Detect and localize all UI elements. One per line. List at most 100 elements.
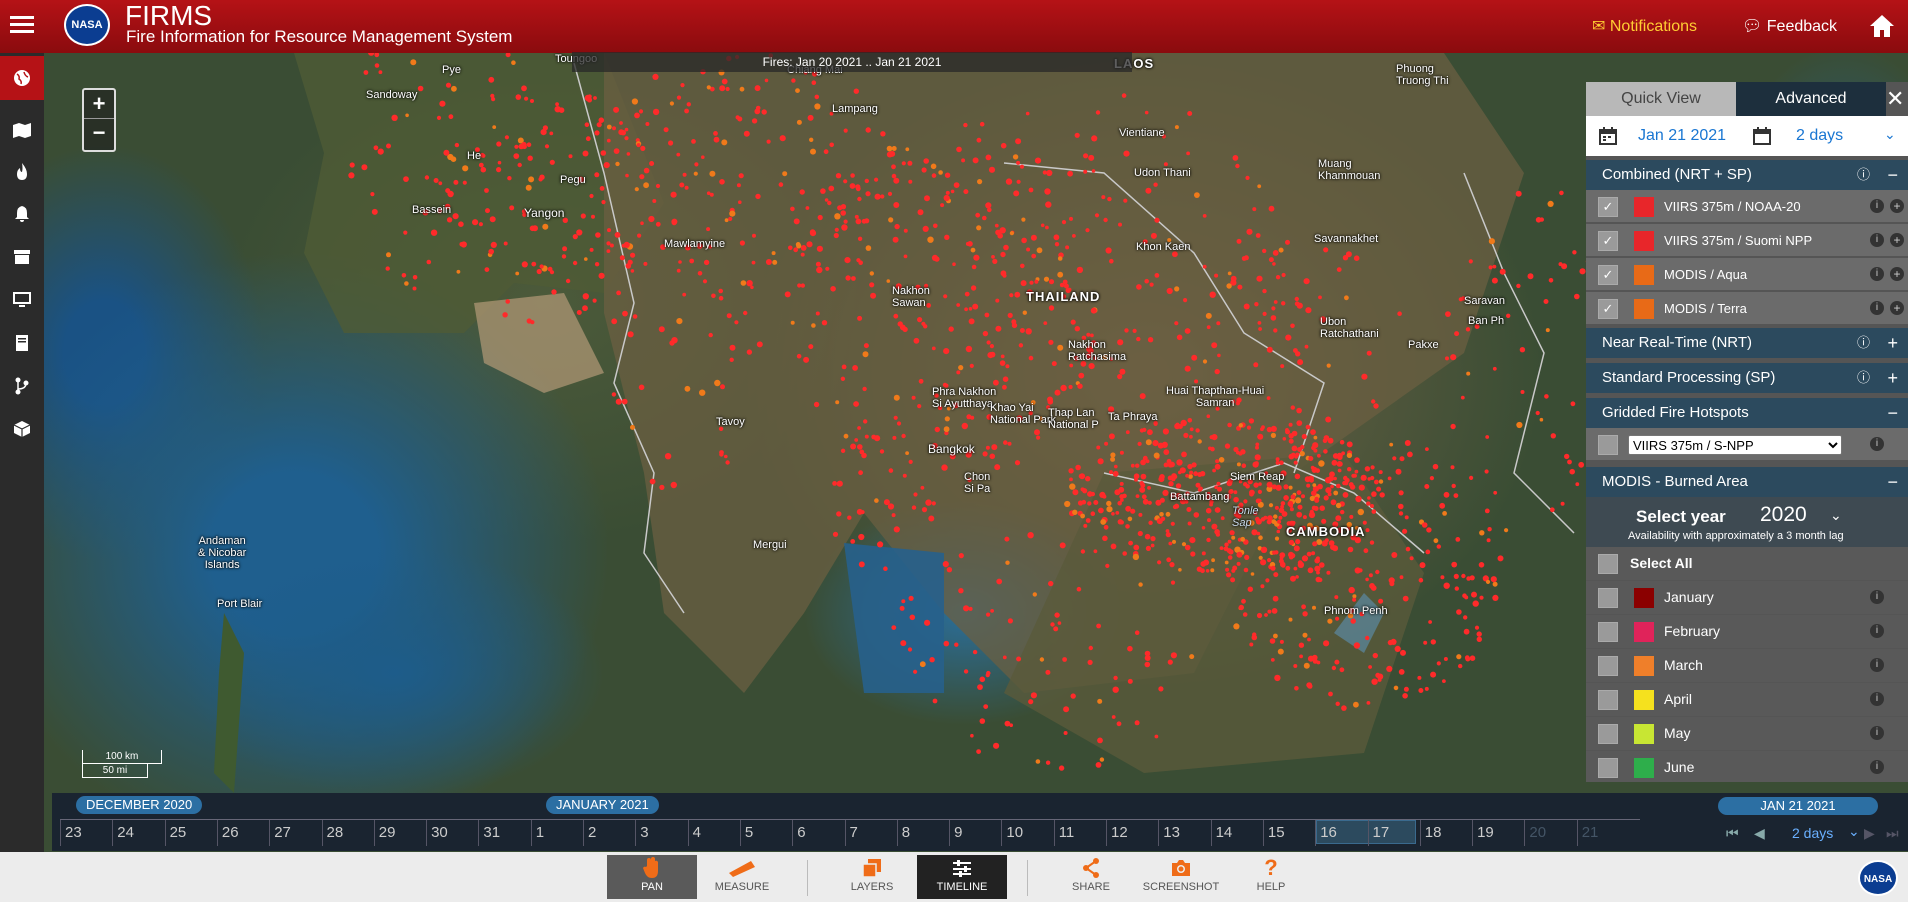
- collapse-icon[interactable]: −: [1887, 467, 1898, 497]
- add-icon[interactable]: +: [1890, 233, 1904, 247]
- gridded-checkbox[interactable]: [1598, 435, 1618, 455]
- zoom-out-button[interactable]: −: [84, 119, 114, 148]
- timeline-day[interactable]: 5: [739, 820, 792, 846]
- month-checkbox[interactable]: [1598, 588, 1618, 608]
- timeline-day[interactable]: 1: [530, 820, 583, 846]
- timeline-day[interactable]: 12: [1106, 820, 1158, 846]
- share-button[interactable]: SHARE: [1046, 855, 1136, 899]
- gridded-select[interactable]: VIIRS 375m / S-NPP: [1628, 435, 1842, 455]
- info-icon[interactable]: i: [1870, 726, 1884, 740]
- info-icon[interactable]: i: [1870, 590, 1884, 604]
- month-checkbox[interactable]: [1598, 690, 1618, 710]
- timeline-day[interactable]: 24: [112, 820, 164, 846]
- timeline-button[interactable]: TIMELINE: [917, 855, 1007, 899]
- chevron-down-icon[interactable]: ⌄: [1848, 823, 1860, 840]
- timeline-day[interactable]: 27: [269, 820, 321, 846]
- year-select[interactable]: 2020: [1760, 503, 1807, 527]
- select-all-checkbox[interactable]: [1598, 554, 1618, 574]
- info-icon[interactable]: i: [1870, 658, 1884, 672]
- timeline-day[interactable]: 10: [1001, 820, 1053, 846]
- timeline-day[interactable]: 23: [60, 820, 112, 846]
- timeline-day[interactable]: 8: [896, 820, 949, 846]
- info-icon[interactable]: i: [1870, 199, 1884, 213]
- add-icon[interactable]: +: [1890, 199, 1904, 213]
- timeline-day[interactable]: 9: [949, 820, 1001, 846]
- layer-checkbox[interactable]: ✓: [1598, 299, 1618, 319]
- expand-icon[interactable]: +: [1887, 363, 1898, 393]
- chevron-down-icon[interactable]: ⌄: [1830, 507, 1842, 524]
- expand-icon[interactable]: +: [1887, 328, 1898, 358]
- step-forward-icon[interactable]: ▶: [1864, 825, 1875, 842]
- section-burned-area[interactable]: MODIS - Burned Area −: [1586, 467, 1908, 497]
- selected-date[interactable]: Jan 21 2021: [1638, 127, 1726, 145]
- measure-button[interactable]: MEASURE: [697, 855, 787, 899]
- layer-checkbox[interactable]: ✓: [1598, 197, 1618, 217]
- step-back-icon[interactable]: ◀: [1754, 825, 1765, 842]
- chevron-down-icon[interactable]: ⌄: [1884, 126, 1896, 143]
- layers-button[interactable]: LAYERS: [827, 855, 917, 899]
- section-combined[interactable]: Combined (NRT + SP) ⓘ −: [1586, 160, 1908, 190]
- add-icon[interactable]: +: [1890, 301, 1904, 315]
- nasa-logo-small[interactable]: NASA: [1858, 860, 1898, 896]
- info-icon[interactable]: i: [1870, 301, 1884, 315]
- timeline-day[interactable]: 2: [583, 820, 635, 846]
- month-checkbox[interactable]: [1598, 622, 1618, 642]
- timeline-day[interactable]: 25: [164, 820, 217, 846]
- timeline-day[interactable]: 13: [1158, 820, 1210, 846]
- home-icon[interactable]: [1868, 13, 1896, 39]
- timeline-day[interactable]: 17: [1367, 820, 1420, 846]
- timeline-day[interactable]: 28: [321, 820, 374, 846]
- skip-forward-icon[interactable]: ⏭: [1886, 825, 1899, 842]
- collapse-icon[interactable]: −: [1887, 398, 1898, 428]
- timeline-day[interactable]: 18: [1419, 820, 1472, 846]
- timeline-day[interactable]: 14: [1210, 820, 1263, 846]
- timeline-day[interactable]: 7: [844, 820, 897, 846]
- nasa-logo[interactable]: NASA: [64, 4, 110, 46]
- feedback-link[interactable]: 💬︎ Feedback: [1742, 16, 1837, 36]
- screenshot-button[interactable]: SCREENSHOT: [1136, 855, 1226, 899]
- layer-checkbox[interactable]: ✓: [1598, 231, 1618, 251]
- sidebar-item-docs[interactable]: [0, 321, 44, 365]
- month-checkbox[interactable]: [1598, 758, 1618, 778]
- sidebar-item-map-layers[interactable]: [0, 108, 44, 152]
- month-checkbox[interactable]: [1598, 724, 1618, 744]
- calendar-range-icon[interactable]: [1752, 126, 1772, 146]
- timeline-day[interactable]: 4: [687, 820, 740, 846]
- sidebar-item-map[interactable]: [0, 56, 44, 100]
- info-icon[interactable]: i: [1870, 233, 1884, 247]
- timeline-range-select[interactable]: 2 days: [1792, 825, 1833, 841]
- sidebar-item-archive[interactable]: [0, 235, 44, 279]
- timeline-day[interactable]: 19: [1472, 820, 1524, 846]
- info-icon[interactable]: ⓘ: [1857, 328, 1870, 358]
- timeline-day[interactable]: 31: [478, 820, 530, 846]
- collapse-icon[interactable]: −: [1887, 160, 1898, 190]
- timeline-day[interactable]: 16: [1315, 820, 1367, 846]
- section-gridded[interactable]: Gridded Fire Hotspots −: [1586, 398, 1908, 428]
- zoom-in-button[interactable]: +: [84, 90, 114, 119]
- skip-back-icon[interactable]: ⏮: [1726, 825, 1739, 842]
- timeline-day[interactable]: 11: [1053, 820, 1106, 846]
- add-icon[interactable]: +: [1890, 267, 1904, 281]
- notifications-link[interactable]: ✉ Notifications: [1592, 16, 1697, 36]
- section-sp[interactable]: Standard Processing (SP) ⓘ +: [1586, 363, 1908, 393]
- layer-checkbox[interactable]: ✓: [1598, 265, 1618, 285]
- pan-button[interactable]: PAN: [607, 855, 697, 899]
- sidebar-item-monitor[interactable]: [0, 278, 44, 322]
- timeline-day[interactable]: 20: [1524, 820, 1576, 846]
- sidebar-item-fire[interactable]: [0, 150, 44, 194]
- info-icon[interactable]: i: [1870, 437, 1884, 451]
- section-nrt[interactable]: Near Real-Time (NRT) ⓘ +: [1586, 328, 1908, 358]
- sidebar-item-alerts[interactable]: [0, 192, 44, 236]
- info-icon[interactable]: i: [1870, 624, 1884, 638]
- month-checkbox[interactable]: [1598, 656, 1618, 676]
- timeline-day[interactable]: 3: [635, 820, 687, 846]
- timeline-day[interactable]: 30: [426, 820, 478, 846]
- range-select[interactable]: 2 days: [1796, 127, 1843, 145]
- tab-advanced[interactable]: Advanced: [1736, 82, 1886, 116]
- timeline-day[interactable]: 21: [1576, 820, 1629, 846]
- info-icon[interactable]: ⓘ: [1857, 363, 1870, 393]
- help-button[interactable]: ? HELP: [1226, 855, 1316, 899]
- timeline-day[interactable]: 15: [1262, 820, 1315, 846]
- tab-quick-view[interactable]: Quick View: [1586, 82, 1736, 116]
- hamburger-menu-icon[interactable]: [10, 12, 34, 38]
